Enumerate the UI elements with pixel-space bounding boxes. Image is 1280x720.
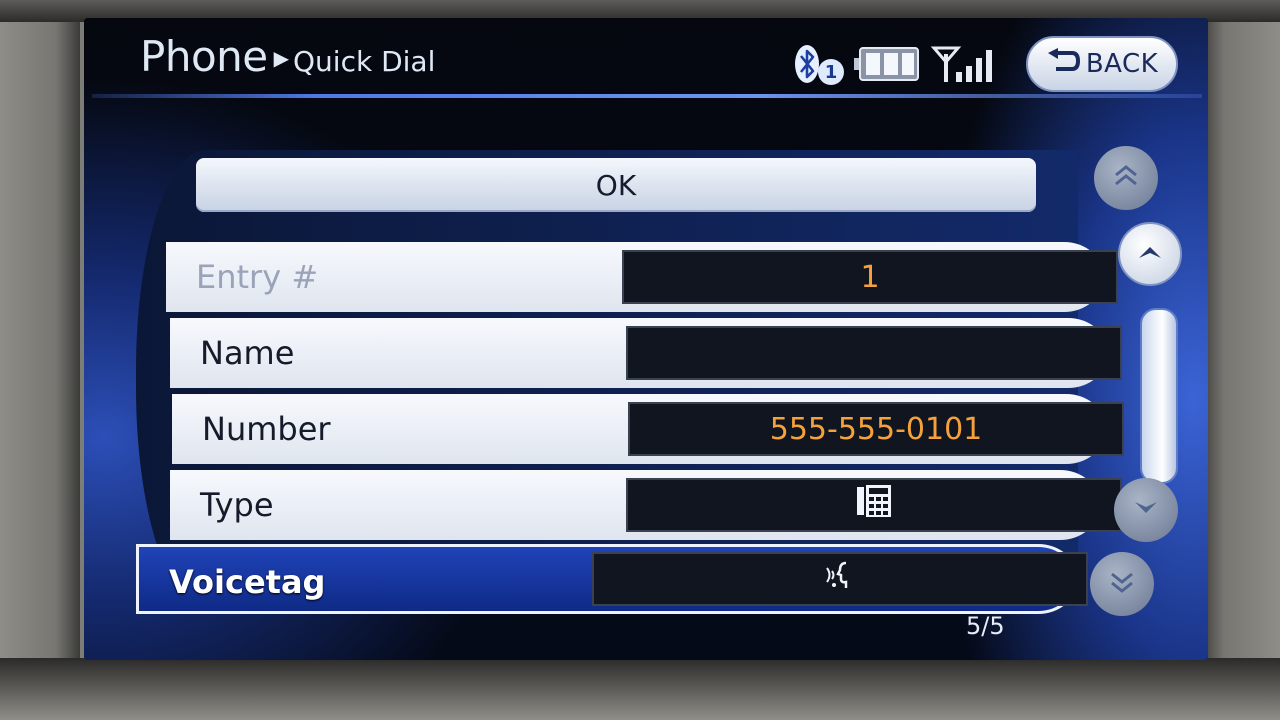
entry-number-row[interactable]: Entry # 1 <box>166 242 1118 312</box>
voicetag-label: Voicetag <box>169 563 326 601</box>
page-down-button[interactable] <box>1090 552 1154 616</box>
bluetooth-device-badge: 1 <box>818 59 844 85</box>
back-button-label: BACK <box>1085 49 1159 79</box>
entry-number-label: Entry # <box>196 258 319 296</box>
bluetooth-icon <box>794 44 820 88</box>
voicetag-row[interactable]: Voicetag <box>136 544 1088 614</box>
header-divider <box>92 94 1202 98</box>
scroll-down-button[interactable] <box>1114 478 1178 542</box>
chevron-down-icon <box>1131 496 1161 524</box>
number-row[interactable]: Number 555-555-0101 <box>172 394 1124 464</box>
ok-button[interactable]: OK <box>196 158 1036 212</box>
page-title-main: Phone <box>140 32 268 81</box>
name-field[interactable] <box>626 326 1122 380</box>
type-field[interactable] <box>626 478 1122 532</box>
page-subtitle: Quick Dial <box>293 45 436 78</box>
display-screen: Phone ▶ Quick Dial 1 BACK OK Entry # 1 N… <box>84 18 1208 660</box>
back-arrow-icon <box>1046 47 1080 81</box>
page-up-button[interactable] <box>1094 146 1158 210</box>
double-chevron-down-icon <box>1107 567 1137 601</box>
name-label: Name <box>200 334 295 372</box>
number-field[interactable]: 555-555-0101 <box>628 402 1124 456</box>
scrollbar[interactable] <box>1140 308 1178 484</box>
bezel-bottom <box>0 658 1280 720</box>
type-row[interactable]: Type <box>170 470 1122 540</box>
voice-speaking-icon <box>822 559 858 599</box>
page-title: Phone ▶ Quick Dial <box>140 32 435 81</box>
entry-number-field: 1 <box>622 250 1118 304</box>
page-indicator: 5/5 <box>966 612 1005 640</box>
bezel-right <box>1200 0 1280 720</box>
signal-strength-icon <box>930 44 1002 88</box>
chevron-up-icon <box>1135 240 1165 268</box>
bezel-left <box>0 0 80 720</box>
double-chevron-up-icon <box>1111 161 1141 195</box>
battery-icon <box>854 46 920 86</box>
name-row[interactable]: Name <box>170 318 1122 388</box>
type-label: Type <box>200 486 274 524</box>
phone-keypad-icon <box>856 484 892 526</box>
voicetag-field[interactable] <box>592 552 1088 606</box>
back-button[interactable]: BACK <box>1026 36 1178 92</box>
status-bar: 1 <box>794 44 1002 88</box>
scroll-up-button[interactable] <box>1118 222 1182 286</box>
number-label: Number <box>202 410 331 448</box>
breadcrumb-arrow-icon: ▶ <box>273 46 289 70</box>
bluetooth-status: 1 <box>794 44 844 88</box>
